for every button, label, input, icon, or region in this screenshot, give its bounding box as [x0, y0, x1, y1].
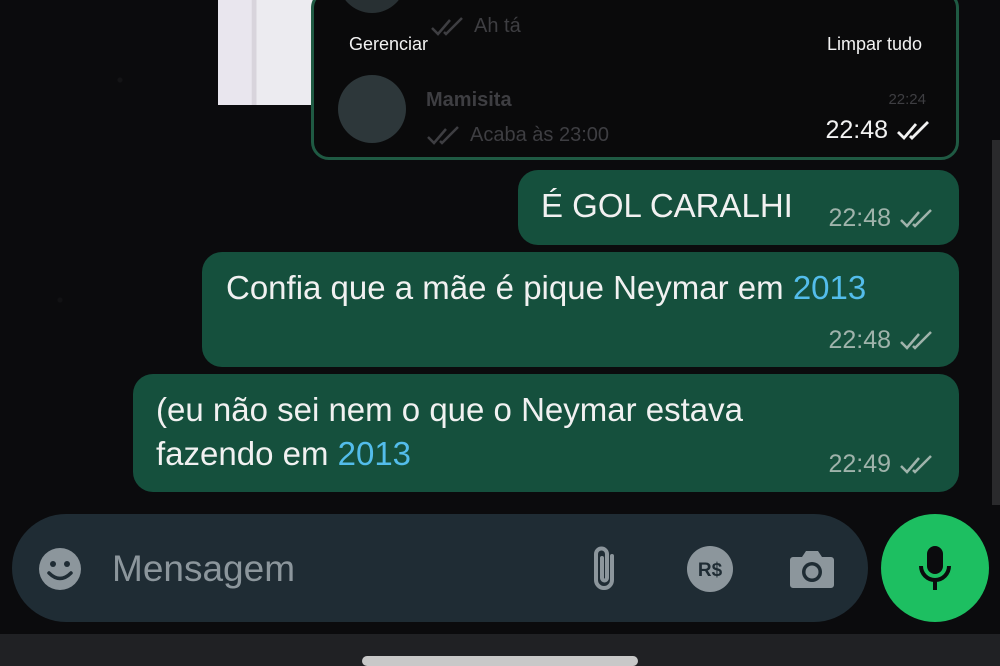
message-time: 22:49 — [828, 450, 891, 478]
message-time: 22:48 — [828, 204, 891, 232]
contact-preview-text: Acaba às 23:00 — [470, 124, 609, 146]
message-time: 22:48 — [825, 116, 888, 144]
double-check-icon — [431, 16, 463, 36]
double-check-icon — [900, 208, 932, 228]
message-bubble[interactable]: (eu não sei nem o que o Neymar estava fa… — [133, 374, 959, 492]
message-text-line2: fazendo em 2013 — [156, 432, 411, 476]
scrollbar[interactable] — [992, 140, 1000, 505]
message-meta: 22:49 — [828, 450, 937, 479]
manage-label: Gerenciar — [349, 34, 429, 54]
clear-all-label: Limpar tudo — [826, 34, 922, 54]
message-text-part: fazendo em — [156, 435, 338, 472]
message-text: Confia que a mãe é pique Neymar em 2013 — [226, 266, 866, 310]
message-text: É GOL CARALHI — [541, 187, 793, 224]
payment-icon[interactable]: R$ — [686, 545, 734, 593]
message-time: 22:48 — [828, 326, 891, 354]
image-message-bubble[interactable]: Ah tá Gerenciar Limpar tudo Mamisita 22:… — [311, 0, 959, 160]
double-check-icon — [900, 454, 932, 474]
contact-time: 22:24 — [888, 91, 926, 108]
camera-icon[interactable] — [788, 548, 836, 590]
contact-preview: Acaba às 23:00 — [426, 124, 609, 147]
message-meta: 22:48 — [825, 116, 934, 145]
contact-avatar — [338, 75, 406, 143]
date-link[interactable]: 2013 — [793, 269, 866, 306]
double-check-icon — [897, 120, 929, 140]
double-check-icon — [900, 330, 932, 350]
mic-icon — [919, 546, 951, 590]
system-navigation-bar — [0, 634, 1000, 666]
svg-text:R$: R$ — [698, 560, 723, 581]
message-text-line1: (eu não sei nem o que o Neymar estava — [156, 391, 743, 428]
emoji-icon[interactable] — [36, 545, 84, 593]
home-gesture-handle[interactable] — [362, 656, 638, 666]
date-link[interactable]: 2013 — [338, 435, 411, 472]
message-input[interactable]: Mensagem — [112, 548, 295, 590]
message-meta: 22:48 — [828, 326, 937, 355]
voice-message-button[interactable] — [881, 514, 989, 622]
attach-icon[interactable] — [586, 542, 622, 596]
message-text-part: Confia que a mãe é pique Neymar em — [226, 269, 793, 306]
faded-status: Ah tá — [430, 15, 521, 38]
message-bubble[interactable]: Confia que a mãe é pique Neymar em 2013 … — [202, 252, 959, 367]
image-thumbnail[interactable] — [218, 0, 313, 105]
faded-status-text: Ah tá — [474, 15, 521, 37]
contact-avatar-faded — [338, 0, 406, 13]
contact-name: Mamisita — [426, 89, 512, 111]
message-bubble[interactable]: É GOL CARALHI 22:48 — [518, 170, 959, 245]
message-composer: Mensagem R$ — [12, 514, 868, 622]
message-meta: 22:48 — [828, 204, 937, 233]
double-check-icon — [427, 125, 459, 145]
